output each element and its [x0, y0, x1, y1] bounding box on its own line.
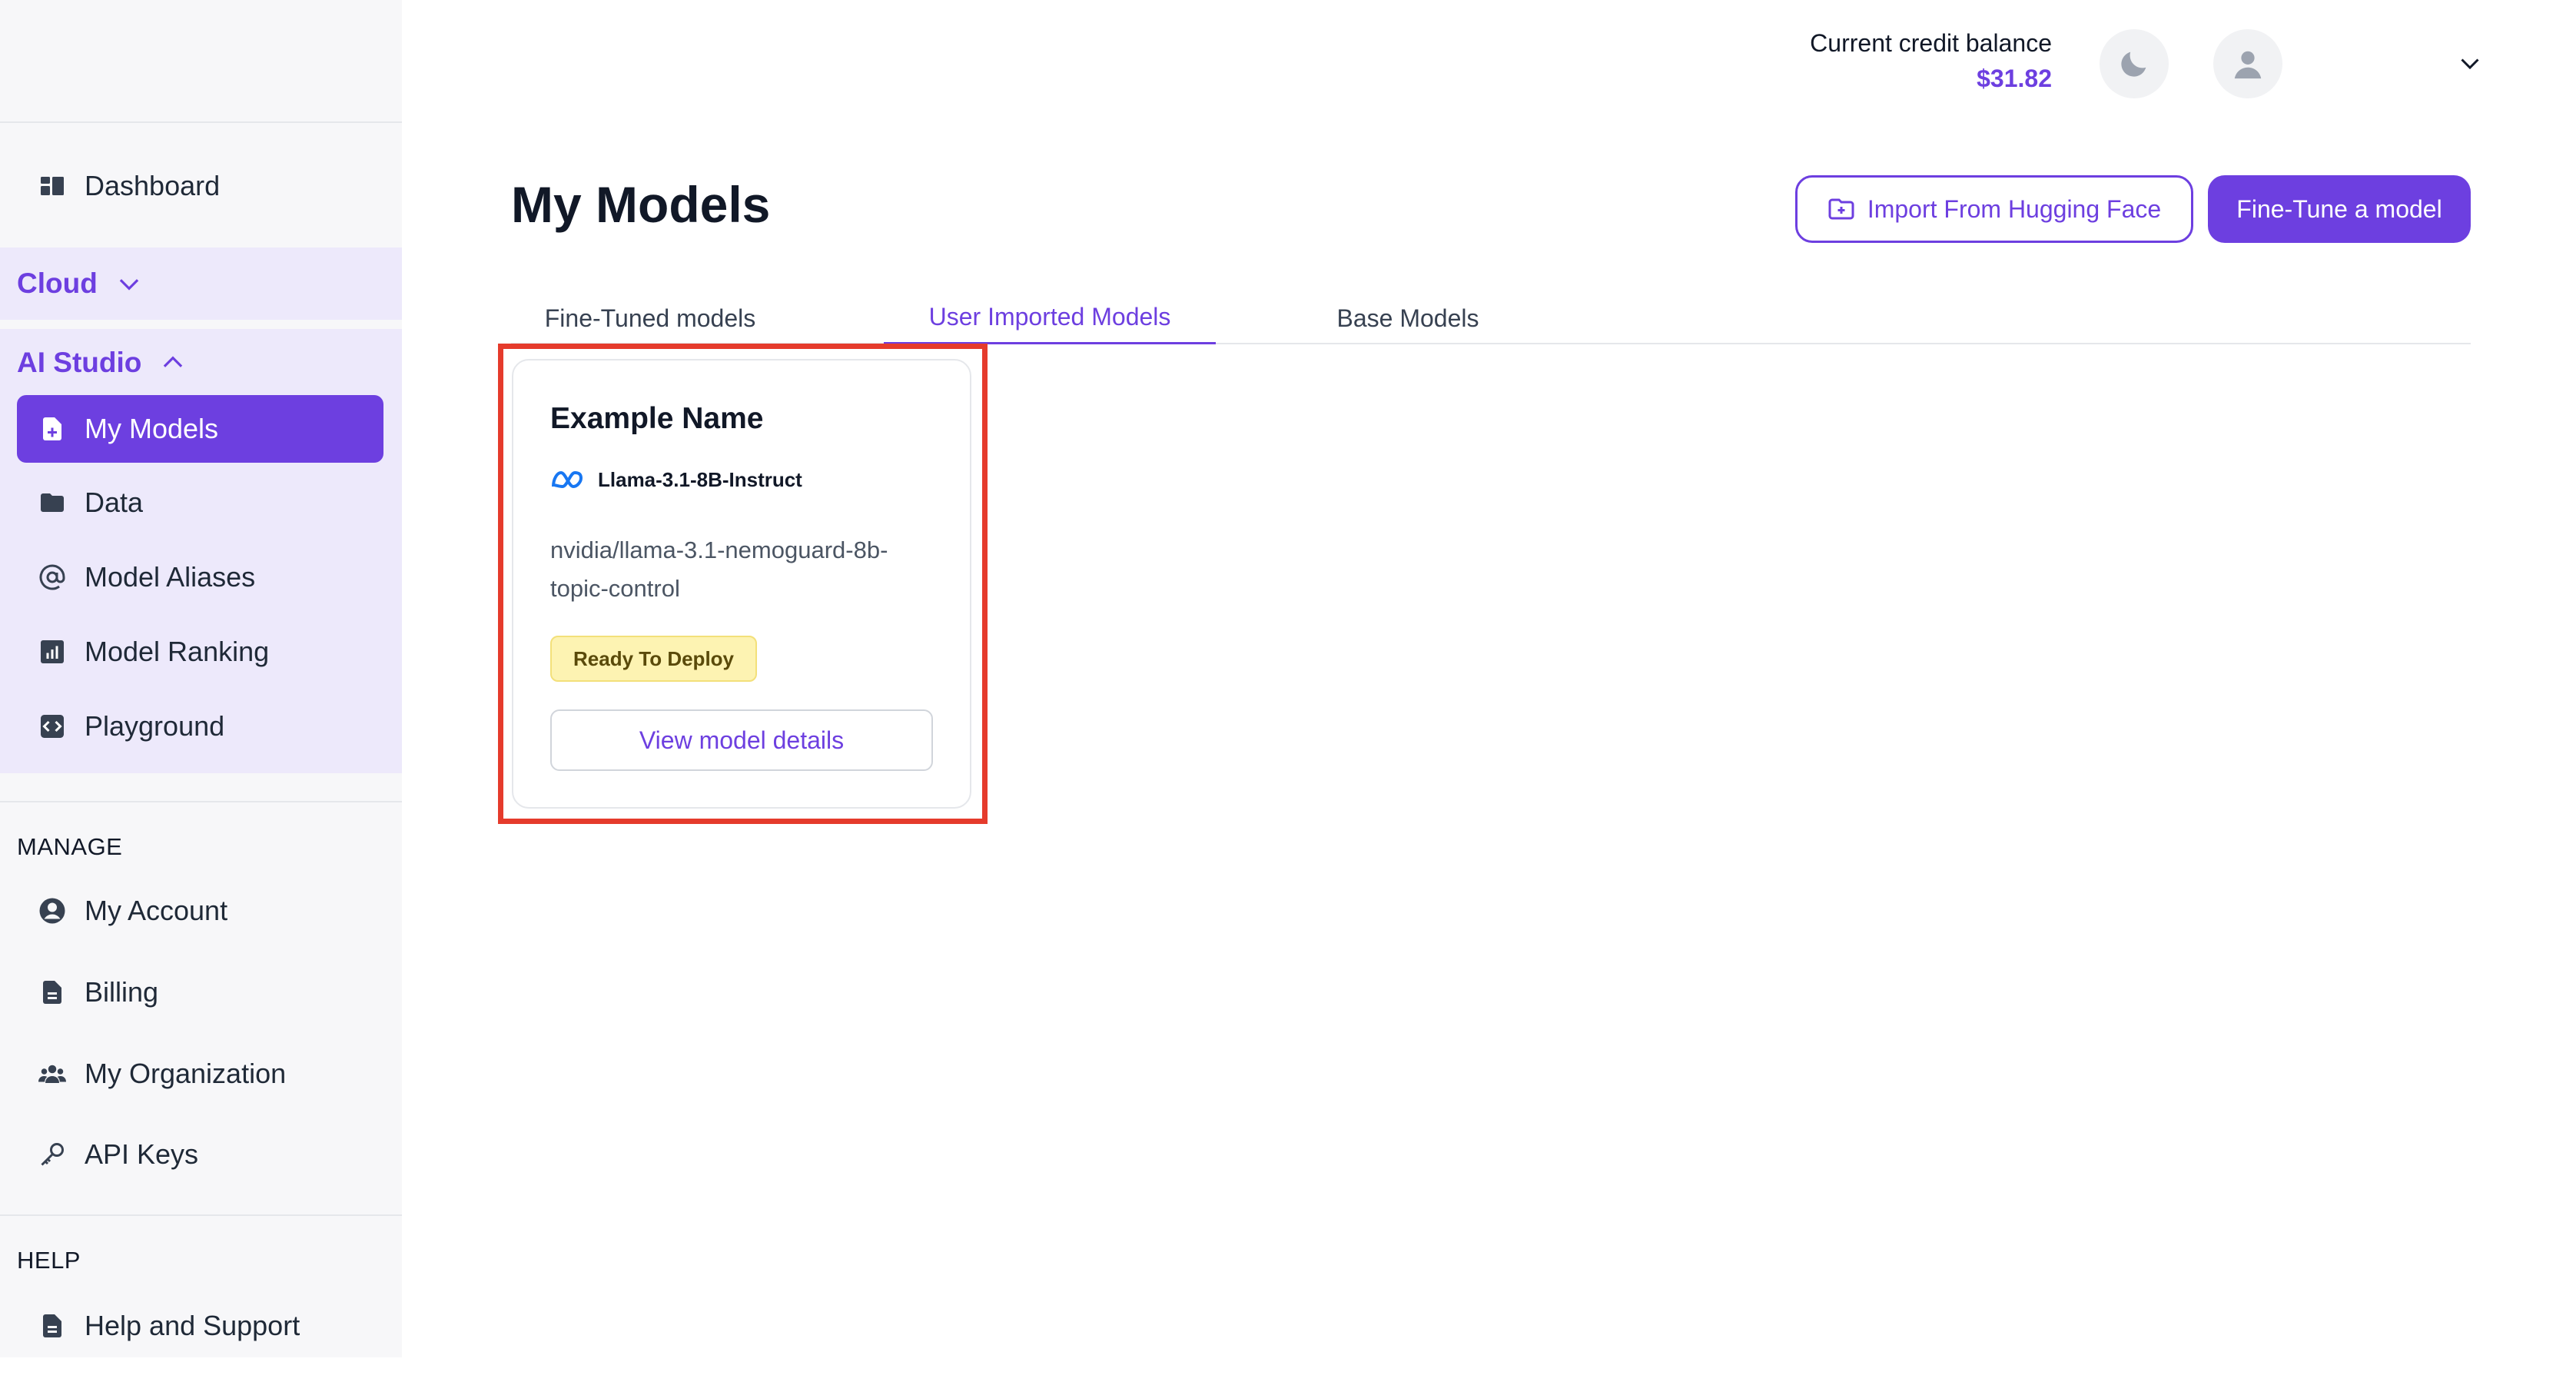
sidebar-item-my-models[interactable]: My Models — [17, 395, 383, 463]
sidebar-divider — [0, 801, 402, 802]
model-tabs: Fine-Tuned models User Imported Models B… — [511, 292, 2471, 344]
sidebar-item-label: My Account — [85, 895, 228, 926]
document-icon — [38, 1312, 66, 1340]
at-sign-icon — [38, 563, 66, 591]
sidebar-item-dashboard[interactable]: Dashboard — [17, 152, 383, 220]
sidebar-item-my-account[interactable]: My Account — [17, 877, 383, 945]
dashboard-icon — [38, 172, 66, 200]
cloud-toggle[interactable]: Cloud — [17, 261, 144, 307]
ai-studio-label: AI Studio — [17, 347, 142, 378]
sidebar: Dashboard Cloud AI Studio My Models Data — [0, 0, 402, 1357]
model-name: Example Name — [550, 402, 764, 435]
sidebar-item-label: My Organization — [85, 1058, 287, 1089]
sidebar-divider — [0, 1214, 402, 1216]
chevron-up-icon — [164, 356, 183, 367]
file-plus-icon — [38, 415, 66, 443]
import-button-label: Import From Hugging Face — [1867, 194, 2162, 223]
tab-fine-tuned-models[interactable]: Fine-Tuned models — [542, 292, 759, 344]
account-menu-chevron-icon[interactable] — [2456, 49, 2484, 77]
sidebar-item-label: Help and Support — [85, 1310, 300, 1341]
manage-section-label: MANAGE — [17, 833, 123, 860]
tab-base-models[interactable]: Base Models — [1332, 292, 1484, 344]
status-badge: Ready To Deploy — [550, 636, 758, 682]
avatar[interactable] — [2213, 29, 2282, 98]
folder-icon — [38, 489, 66, 517]
import-from-hugging-face-button[interactable]: Import From Hugging Face — [1795, 175, 2193, 243]
sidebar-item-label: Playground — [85, 710, 225, 742]
cloud-group: Cloud — [0, 247, 402, 320]
credit-balance-value: $31.82 — [1977, 65, 2052, 92]
sidebar-item-api-keys[interactable]: API Keys — [17, 1121, 383, 1188]
tab-user-imported-models[interactable]: User Imported Models — [884, 292, 1216, 344]
fine-tune-model-button[interactable]: Fine-Tune a model — [2208, 175, 2471, 243]
credit-balance-label: Current credit balance — [1810, 29, 2052, 57]
view-model-details-button[interactable]: View model details — [550, 709, 933, 771]
sidebar-logo-area — [0, 0, 402, 123]
user-circle-icon — [38, 897, 66, 925]
folder-plus-icon — [1828, 198, 1854, 220]
model-card: Example Name Llama-3.1-8B-Instruct nvidi… — [512, 359, 971, 809]
moon-icon — [2121, 51, 2146, 77]
sidebar-item-label: Dashboard — [85, 170, 221, 201]
document-icon — [38, 978, 66, 1006]
ai-studio-group: AI Studio My Models Data Model Aliases M… — [0, 329, 402, 773]
sidebar-item-help-and-support[interactable]: Help and Support — [17, 1292, 383, 1360]
cloud-label: Cloud — [17, 267, 98, 299]
help-section-label: HELP — [17, 1247, 81, 1274]
sidebar-item-label: Billing — [85, 976, 159, 1008]
sidebar-item-label: Model Ranking — [85, 636, 270, 667]
sidebar-item-model-ranking[interactable]: Model Ranking — [17, 618, 383, 686]
page-title: My Models — [511, 176, 771, 233]
sidebar-item-label: Data — [85, 487, 144, 518]
bar-chart-icon — [38, 638, 66, 666]
sidebar-item-label: API Keys — [85, 1138, 199, 1170]
sidebar-item-label: Model Aliases — [85, 561, 256, 593]
key-icon — [38, 1141, 66, 1168]
base-model: Llama-3.1-8B-Instruct — [550, 468, 802, 492]
users-icon — [38, 1060, 66, 1088]
model-path: nvidia/llama-3.1-nemoguard-8b-topic-cont… — [550, 537, 888, 602]
user-icon — [2234, 51, 2262, 79]
sidebar-item-billing[interactable]: Billing — [17, 958, 383, 1026]
meta-logo-icon — [552, 470, 583, 488]
sidebar-item-playground[interactable]: Playground — [17, 693, 383, 760]
sidebar-item-data[interactable]: Data — [17, 469, 383, 537]
theme-toggle-button[interactable] — [2100, 29, 2169, 98]
chevron-down-icon — [119, 279, 139, 291]
sidebar-item-label: My Models — [85, 413, 219, 444]
sidebar-item-model-aliases[interactable]: Model Aliases — [17, 543, 383, 611]
ai-studio-toggle[interactable]: AI Studio — [17, 340, 188, 386]
sidebar-item-my-organization[interactable]: My Organization — [17, 1040, 383, 1108]
code-icon — [38, 713, 66, 740]
base-model-label: Llama-3.1-8B-Instruct — [598, 468, 802, 491]
